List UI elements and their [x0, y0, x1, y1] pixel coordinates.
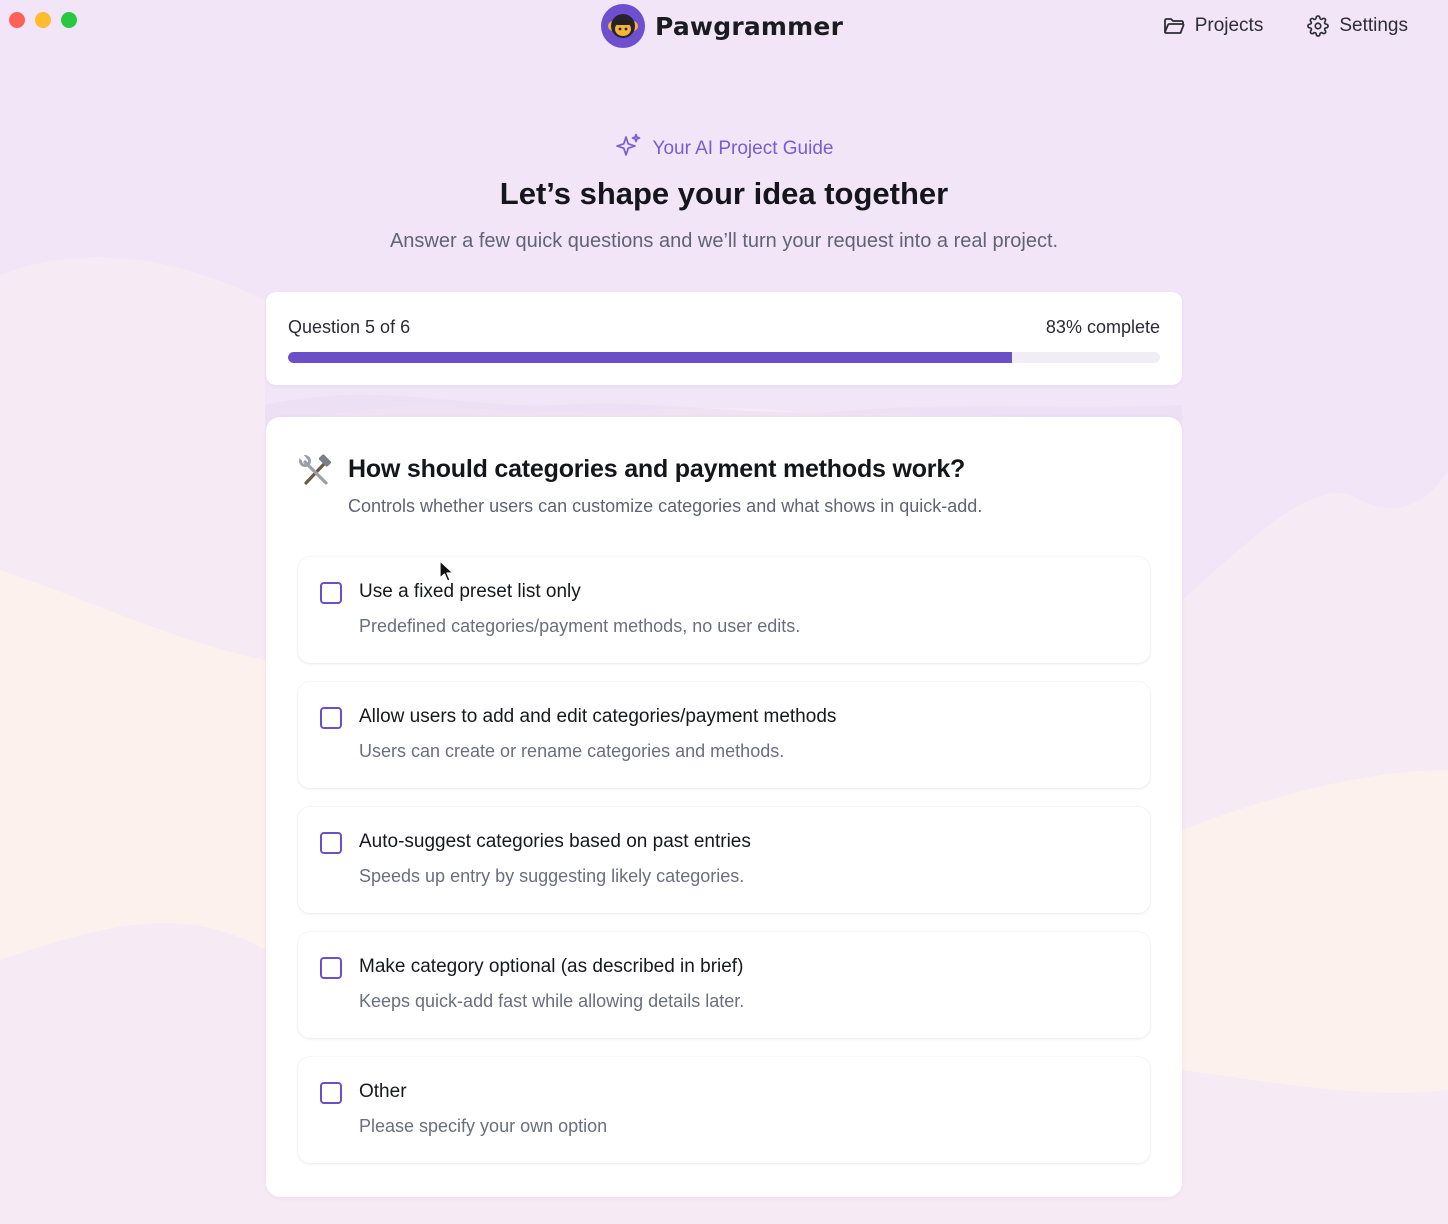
progress-percent: 83% complete [1045, 317, 1160, 337]
page-subtitle: Answer a few quick questions and we’ll t… [389, 230, 1059, 252]
projects-nav-label: Projects [1194, 15, 1264, 36]
answer-options: Use a fixed preset list only Predefined … [298, 557, 1150, 1182]
option-description: Users can create or rename categories an… [359, 741, 785, 761]
option-description: Please specify your own option [359, 1116, 608, 1136]
option-checkbox[interactable] [320, 832, 342, 854]
settings-nav-button[interactable]: Settings [1307, 10, 1408, 42]
option-description: Keeps quick-add fast while allowing deta… [359, 991, 745, 1011]
answer-option[interactable]: Other Please specify your own option [298, 1057, 1150, 1163]
page-title: Let’s shape your idea together [499, 176, 949, 211]
question-title: How should categories and payment method… [348, 455, 966, 483]
option-title: Other [359, 1081, 407, 1102]
option-description: Predefined categories/payment methods, n… [359, 616, 801, 636]
question-card: How should categories and payment method… [266, 417, 1182, 1197]
ai-guide-label: Your AI Project Guide [0, 132, 1448, 166]
progress-track [288, 352, 1160, 363]
monkey-logo-icon [601, 4, 645, 48]
mouse-cursor-icon [439, 560, 454, 582]
zoom-window-button[interactable] [61, 12, 77, 28]
folder-icon [1163, 16, 1185, 36]
progress-card: Question 5 of 6 83% complete [266, 292, 1182, 385]
answer-option[interactable]: Allow users to add and edit categories/p… [298, 682, 1150, 788]
option-title: Allow users to add and edit categories/p… [359, 706, 837, 727]
question-counter: Question 5 of 6 [288, 317, 411, 337]
option-checkbox[interactable] [320, 957, 342, 979]
projects-nav-button[interactable]: Projects [1163, 10, 1264, 42]
guide-label-text: Your AI Project Guide [652, 138, 834, 159]
option-title: Use a fixed preset list only [359, 581, 581, 602]
answer-option[interactable]: Make category optional (as described in … [298, 932, 1150, 1038]
answer-option[interactable]: Use a fixed preset list only Predefined … [298, 557, 1150, 663]
top-navigation: Projects Settings [1163, 10, 1408, 42]
question-description: Controls whether users can customize cat… [348, 496, 983, 516]
settings-nav-label: Settings [1339, 15, 1408, 36]
minimize-window-button[interactable] [35, 12, 51, 28]
option-checkbox[interactable] [320, 582, 342, 604]
answer-option[interactable]: Auto-suggest categories based on past en… [298, 807, 1150, 913]
window-controls [9, 12, 77, 28]
brand-name: Pawgrammer [655, 11, 844, 41]
option-title: Make category optional (as described in … [359, 956, 744, 977]
progress-fill [288, 352, 1012, 363]
sparkles-icon [615, 132, 643, 166]
option-checkbox[interactable] [320, 1082, 342, 1104]
option-title: Auto-suggest categories based on past en… [359, 831, 751, 852]
gear-icon [1307, 15, 1330, 37]
option-description: Speeds up entry by suggesting likely cat… [359, 866, 745, 886]
option-checkbox[interactable] [320, 707, 342, 729]
app-brand[interactable]: Pawgrammer [601, 3, 843, 49]
hammer-and-wrench-icon [298, 453, 334, 494]
close-window-button[interactable] [9, 12, 25, 28]
